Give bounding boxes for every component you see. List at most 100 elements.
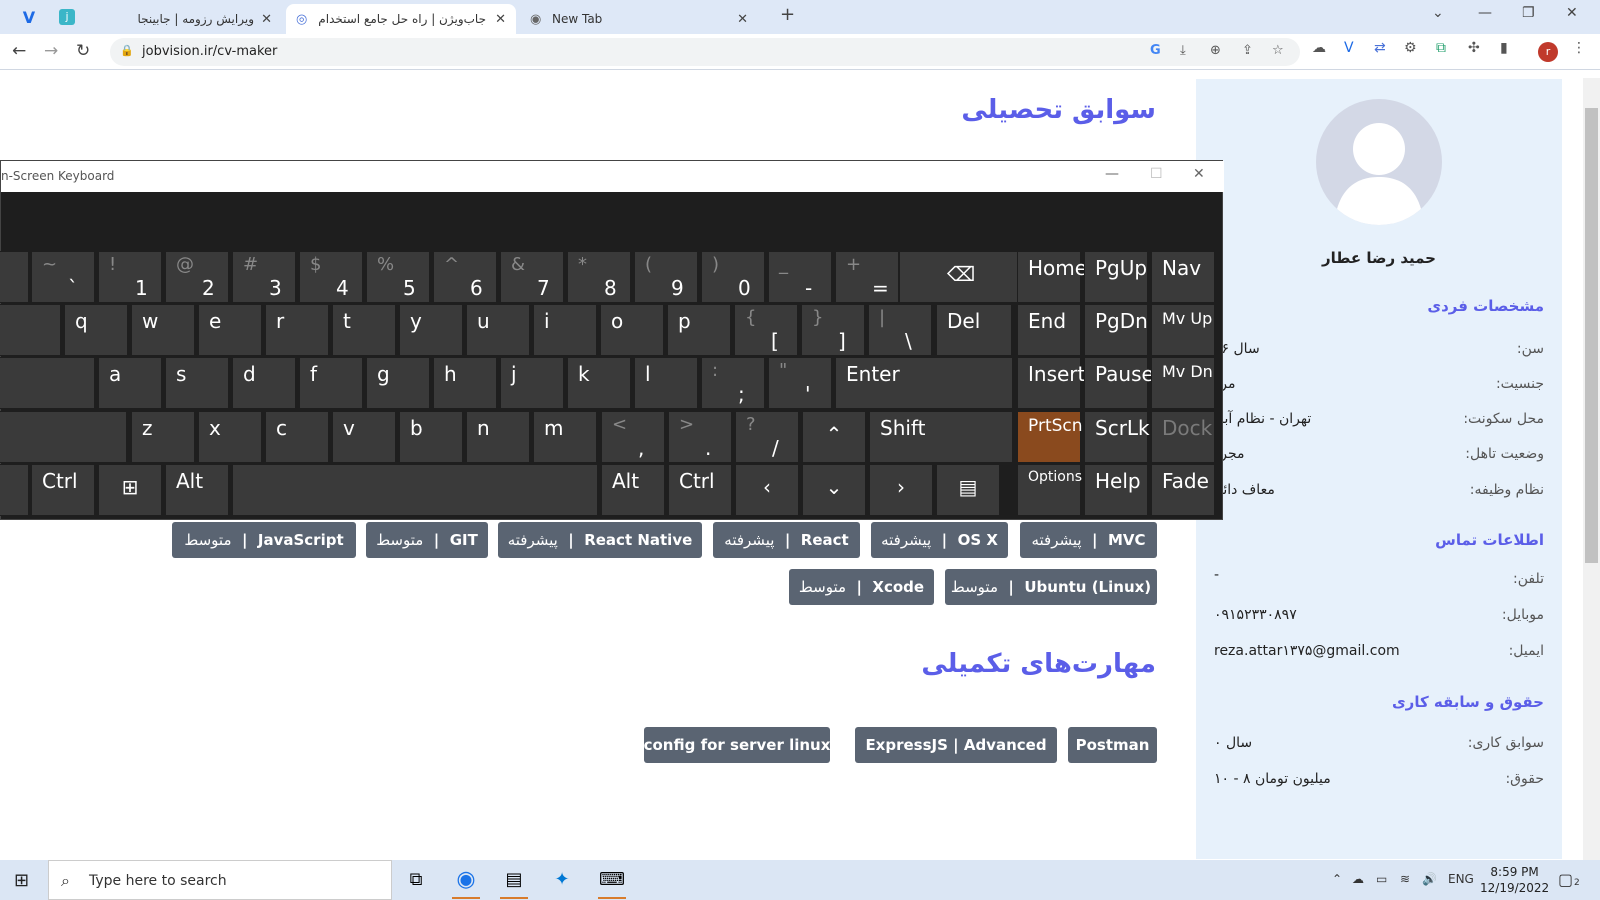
profile-avatar[interactable]: r — [1538, 42, 1558, 62]
forward-icon[interactable]: → — [44, 41, 58, 61]
key-home[interactable]: Home — [1017, 251, 1087, 303]
notifications-icon[interactable]: ▢ — [1558, 870, 1573, 889]
key-8[interactable]: * 8 — [567, 251, 631, 303]
key-;[interactable]: :; — [701, 357, 765, 409]
key-0[interactable]: ) 0 — [701, 251, 765, 303]
key-ctrl-right[interactable]: Ctrl — [668, 464, 732, 516]
extension-cloud-icon[interactable]: ☁ — [1312, 40, 1326, 56]
key-menu[interactable]: ▤ — [936, 464, 1000, 516]
key-.[interactable]: >. — [668, 411, 732, 463]
extension-square-icon[interactable]: ⧉ — [1436, 40, 1446, 56]
close-icon[interactable]: ✕ — [737, 12, 748, 27]
key-c[interactable]: c — [265, 411, 329, 463]
key-windows[interactable]: ⊞ — [98, 464, 162, 516]
key-][interactable]: }] — [801, 304, 865, 356]
close-icon[interactable]: ✕ — [1193, 166, 1205, 182]
reload-icon[interactable]: ↻ — [76, 41, 90, 61]
new-tab-button[interactable]: + — [780, 4, 795, 25]
translate-icon[interactable]: ⇄ — [1374, 40, 1386, 56]
key-tab[interactable] — [0, 251, 29, 303]
notepad-app-icon[interactable]: ▤ — [498, 864, 530, 899]
key-q[interactable]: q — [64, 304, 128, 356]
tab-jobvision[interactable]: ◎ جاب‌ویژن | راه حل جامع استخدام و... ✕ — [286, 4, 516, 34]
extension-gear-icon[interactable]: ⚙ — [1404, 40, 1417, 56]
back-icon[interactable]: ← — [12, 41, 26, 61]
restore-icon[interactable]: ❐ — [1522, 5, 1535, 21]
key-6[interactable]: ^ 6 — [433, 251, 497, 303]
osk-app-icon[interactable]: ⌨ — [596, 864, 628, 899]
key-g[interactable]: g — [366, 357, 430, 409]
key-d[interactable]: d — [232, 357, 296, 409]
onedrive-icon[interactable]: ☁ — [1352, 872, 1364, 886]
bookmark-star-icon[interactable]: ☆ — [1272, 43, 1284, 58]
key-h[interactable]: h — [433, 357, 497, 409]
key-\[interactable]: | \ — [868, 304, 932, 356]
key-u[interactable]: u — [466, 304, 530, 356]
taskbar-clock[interactable]: 8:59 PM 12/19/2022 — [1480, 864, 1549, 896]
key-dock[interactable]: Dock — [1151, 411, 1215, 463]
key-s[interactable]: s — [165, 357, 229, 409]
vscode-app-icon[interactable]: ✦ — [546, 864, 578, 896]
key-fade[interactable]: Fade — [1151, 464, 1215, 516]
key-arrow-down[interactable]: ⌄ — [802, 464, 866, 516]
key-[[interactable]: {[ — [734, 304, 798, 356]
key-'[interactable]: " ' — [768, 357, 832, 409]
key-l[interactable]: l — [634, 357, 698, 409]
close-window-icon[interactable]: ✕ — [1566, 5, 1578, 21]
key-5[interactable]: % 5 — [366, 251, 430, 303]
google-icon[interactable]: G — [1150, 43, 1161, 58]
address-bar[interactable]: 🔒 jobvision.ir/cv-maker G ⤓ ⊕ ⇪ ☆ — [110, 38, 1300, 66]
key-arrow-right[interactable]: › — [869, 464, 933, 516]
menu-dots-icon[interactable]: ⋮ — [1572, 40, 1586, 56]
zoom-icon[interactable]: ⊕ — [1210, 43, 1221, 58]
puzzle-icon[interactable]: ✣ — [1468, 40, 1480, 56]
key-9[interactable]: (9 — [634, 251, 698, 303]
minimize-icon[interactable]: — — [1478, 5, 1492, 21]
scrollbar-thumb[interactable] — [1585, 108, 1598, 563]
language-indicator[interactable]: ENG — [1448, 872, 1474, 886]
key-alt-right[interactable]: Alt — [601, 464, 665, 516]
chrome-app-icon[interactable]: ◉ — [450, 864, 482, 899]
key-mvup[interactable]: Mv Up — [1151, 304, 1215, 356]
side-panel-icon[interactable]: ▮ — [1500, 40, 1508, 56]
key-1[interactable]: ! 1 — [98, 251, 162, 303]
key-,[interactable]: <, — [601, 411, 665, 463]
key-m[interactable]: m — [533, 411, 597, 463]
key-enter[interactable]: Enter — [835, 357, 1013, 409]
key-k[interactable]: k — [567, 357, 631, 409]
close-icon[interactable]: ✕ — [495, 12, 506, 27]
key-n[interactable]: n — [466, 411, 530, 463]
key-2[interactable]: @2 — [165, 251, 229, 303]
extension-v-icon[interactable]: V — [1344, 40, 1354, 56]
volume-icon[interactable]: 🔊 — [1422, 872, 1437, 886]
share-icon[interactable]: ⇪ — [1242, 43, 1253, 58]
wifi-icon[interactable]: ≋ — [1400, 872, 1410, 886]
pinned-tab-jobinja[interactable]: j — [50, 6, 84, 28]
key-y[interactable]: y — [399, 304, 463, 356]
chevron-down-icon[interactable]: ⌄ — [1432, 5, 1444, 21]
minimize-icon[interactable]: — — [1105, 166, 1119, 182]
install-icon[interactable]: ⤓ — [1180, 43, 1186, 58]
key-arrow-left[interactable]: ‹ — [735, 464, 799, 516]
key-j[interactable]: j — [500, 357, 564, 409]
key-pause[interactable]: Pause — [1084, 357, 1154, 409]
key-p[interactable]: p — [667, 304, 731, 356]
maximize-icon[interactable]: ☐ — [1150, 166, 1163, 182]
key-ctrl[interactable]: Ctrl — [31, 464, 95, 516]
key-del[interactable]: Del — [936, 304, 1012, 356]
key-b[interactable]: b — [399, 411, 463, 463]
key-z[interactable]: z — [131, 411, 195, 463]
pinned-tab-vivaldi[interactable]: V — [12, 6, 46, 28]
key-fn[interactable] — [0, 464, 29, 516]
key-t[interactable]: t — [332, 304, 396, 356]
key-shift-left[interactable]: ft — [0, 411, 127, 463]
key-arrow-up[interactable]: ⌃ — [802, 411, 866, 463]
key-e[interactable]: e — [198, 304, 262, 356]
key-v[interactable]: v — [332, 411, 396, 463]
key-3[interactable]: #3 — [232, 251, 296, 303]
tab-jobinja[interactable]: ویرایش رزومه | جابینجا ✕ — [88, 4, 282, 34]
key-f[interactable]: f — [299, 357, 363, 409]
key-space[interactable] — [232, 464, 598, 516]
windows-start-icon[interactable]: ⊞ — [14, 870, 29, 891]
key-tab-left[interactable] — [0, 304, 61, 356]
